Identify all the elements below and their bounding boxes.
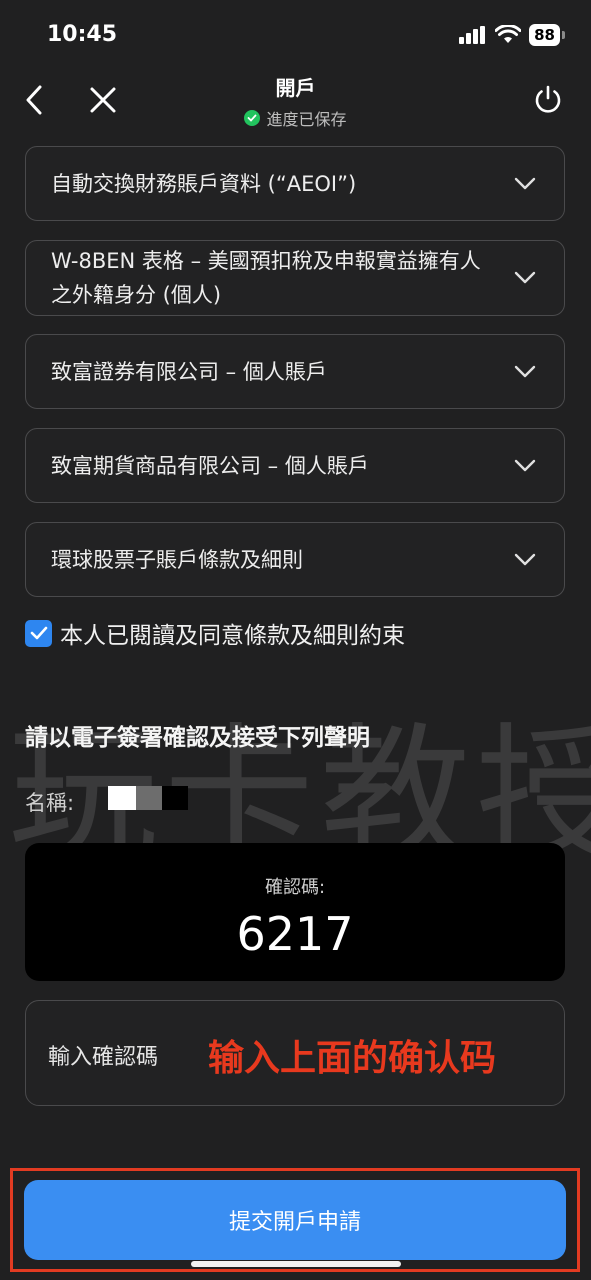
section-label: 致富證券有限公司 – 個人賬戶 [51,359,327,384]
confirmation-code-input[interactable] [206,1019,550,1091]
saved-status: 進度已保存 [0,106,591,130]
section-label: 自動交換財務賬戶資料 (“AEOI”) [51,171,357,196]
agreement-checkbox[interactable] [25,619,52,647]
section-securities-account[interactable]: 致富證券有限公司 – 個人賬戶 [25,334,565,409]
agreement-label: 本人已閱讀及同意條款及細則約束 [60,623,405,649]
section-w8ben[interactable]: W-8BEN 表格 – 美國預扣稅及申報實益擁有人之外籍身分 (個人) [25,240,565,316]
nav-bar: 開戶 進度已保存 [0,68,591,138]
confirmation-code-input-label: 輸入確認碼 [48,1045,159,1070]
checkmark-icon [30,626,47,640]
wifi-icon [495,25,522,43]
chevron-down-icon [514,365,536,377]
battery-icon [562,31,565,39]
chevron-down-icon [514,271,536,284]
agreement-row[interactable]: 本人已閱讀及同意條款及細則約束 [25,616,405,650]
power-icon [535,85,561,113]
name-redacted [108,786,188,810]
submit-application-button[interactable]: 提交開戶申請 [24,1180,566,1260]
chevron-down-icon [514,553,536,565]
section-label: 致富期貨商品有限公司 – 個人賬戶 [51,453,369,478]
confirmation-code-value: 6217 [236,907,354,961]
check-circle-icon [244,110,261,126]
section-global-equity-terms[interactable]: 環球股票子賬戶條款及細則 [25,522,565,597]
confirmation-code-box: 確認碼: 6217 [25,843,565,981]
status-time: 10:45 [47,22,118,47]
page-title: 開戶 [275,76,316,100]
battery-level: 88 [529,24,560,46]
cellular-signal-icon [459,26,486,44]
signature-title: 請以電子簽署確認及接受下列聲明 [25,725,370,751]
confirmation-code-input-box[interactable]: 輸入確認碼 输入上面的确认码 [25,1000,565,1106]
status-bar: 10:45 88 [0,0,591,72]
section-aeoi[interactable]: 自動交換財務賬戶資料 (“AEOI”) [25,146,565,221]
section-futures-account[interactable]: 致富期貨商品有限公司 – 個人賬戶 [25,428,565,503]
section-label: 環球股票子賬戶條款及細則 [51,547,303,572]
name-label: 名稱: [25,791,75,815]
confirmation-code-label: 確認碼: [264,877,326,898]
section-label: W-8BEN 表格 – 美國預扣稅及申報實益擁有人之外籍身分 (個人) [51,249,481,307]
chevron-down-icon [514,177,536,189]
chevron-down-icon [514,459,536,471]
status-icons: 88 [459,24,565,46]
saved-status-label: 進度已保存 [266,110,347,129]
home-indicator [191,1261,401,1267]
power-button[interactable] [526,78,570,122]
